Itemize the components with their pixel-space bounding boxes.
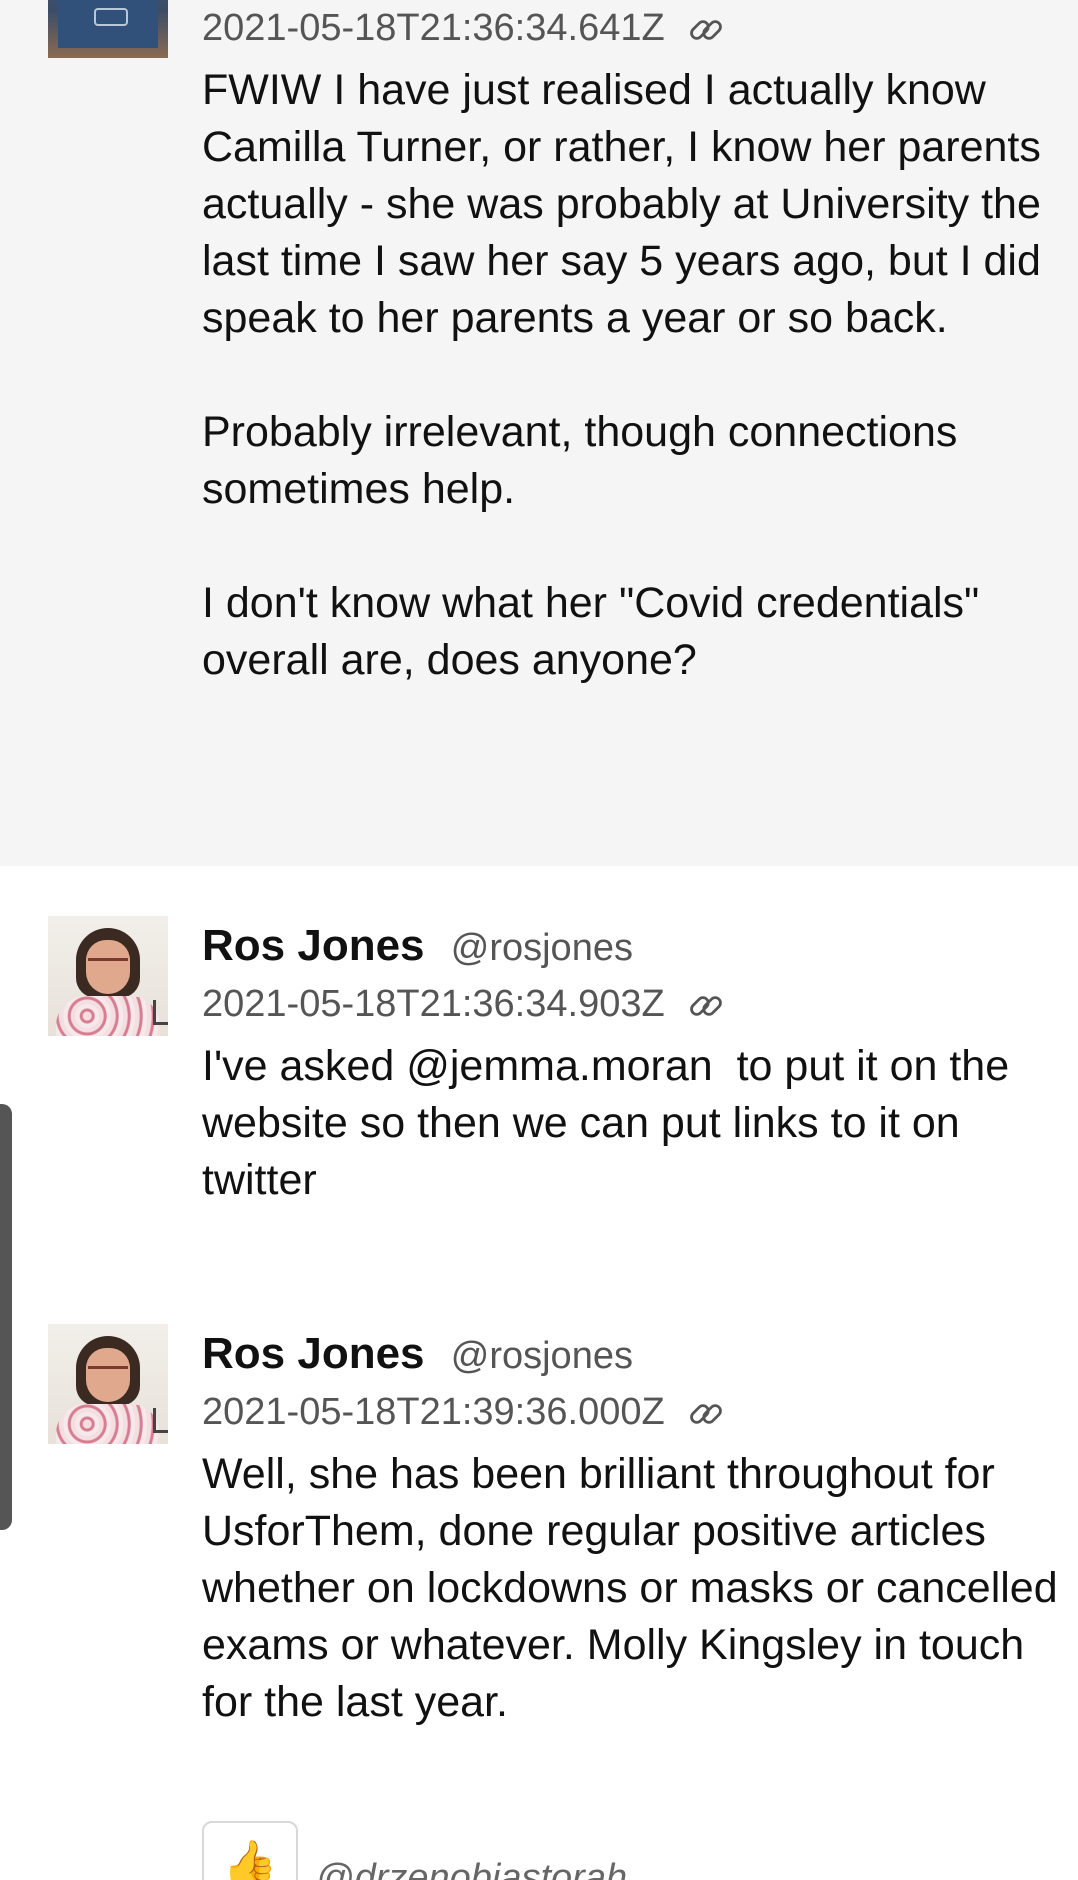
message-header: Ros Jones @rosjones: [202, 1326, 1058, 1384]
message-body: I've asked @jemma.moran to put it on the…: [202, 1042, 1022, 1204]
avatar-hook: [153, 1000, 168, 1025]
message-meta: 2021-05-18T21:36:34.641Z: [202, 0, 1058, 56]
message-body: Well, she has been brilliant throughout …: [202, 1450, 1070, 1726]
thumbs-up-icon[interactable]: 👍: [202, 1821, 298, 1880]
reaction-row: 👍 @drzenobiastorah: [202, 1821, 627, 1880]
message-header: Ros Jones @rosjones: [202, 918, 1058, 976]
avatar[interactable]: [48, 916, 168, 1036]
avatar-glasses: [88, 958, 128, 971]
scrollbar-handle[interactable]: [0, 1104, 12, 1530]
message-item: 2021-05-18T21:36:34.641Z FWIW I have jus…: [0, 0, 1078, 866]
message-content: 2021-05-18T21:36:34.641Z FWIW I have jus…: [202, 0, 1058, 689]
author-name[interactable]: Ros Jones: [202, 921, 425, 970]
message-content: Ros Jones @rosjones 2021-05-18T21:39:36.…: [202, 1326, 1058, 1731]
message-content: Ros Jones @rosjones 2021-05-18T21:36:34.…: [202, 918, 1058, 1209]
message-meta: 2021-05-18T21:39:36.000Z: [202, 1384, 1058, 1440]
message-item: Ros Jones @rosjones 2021-05-18T21:36:34.…: [0, 866, 1078, 1276]
link-icon[interactable]: [685, 985, 727, 1027]
author-handle[interactable]: @rosjones: [451, 927, 633, 969]
avatar[interactable]: [48, 1324, 168, 1444]
author-handle[interactable]: @rosjones: [451, 1335, 633, 1377]
author-name[interactable]: Ros Jones: [202, 1329, 425, 1378]
avatar-clothing: [56, 996, 160, 1036]
avatar[interactable]: [48, 0, 168, 58]
reaction-user[interactable]: @drzenobiastorah: [316, 1857, 627, 1880]
avatar-shirt-print: [94, 8, 128, 26]
message-item: Ros Jones @rosjones 2021-05-18T21:39:36.…: [0, 1276, 1078, 1876]
link-icon[interactable]: [685, 1393, 727, 1435]
message-body: FWIW I have just realised I actually kno…: [202, 66, 1041, 684]
chat-thread: 2021-05-18T21:36:34.641Z FWIW I have jus…: [0, 0, 1078, 1880]
message-timestamp[interactable]: 2021-05-18T21:36:34.641Z: [202, 7, 665, 49]
link-icon[interactable]: [685, 9, 727, 51]
avatar-clothing: [56, 1404, 160, 1444]
message-timestamp[interactable]: 2021-05-18T21:39:36.000Z: [202, 1391, 665, 1433]
message-meta: 2021-05-18T21:36:34.903Z: [202, 976, 1058, 1032]
avatar-hook: [153, 1408, 168, 1433]
message-timestamp[interactable]: 2021-05-18T21:36:34.903Z: [202, 983, 665, 1025]
avatar-glasses: [88, 1366, 128, 1379]
